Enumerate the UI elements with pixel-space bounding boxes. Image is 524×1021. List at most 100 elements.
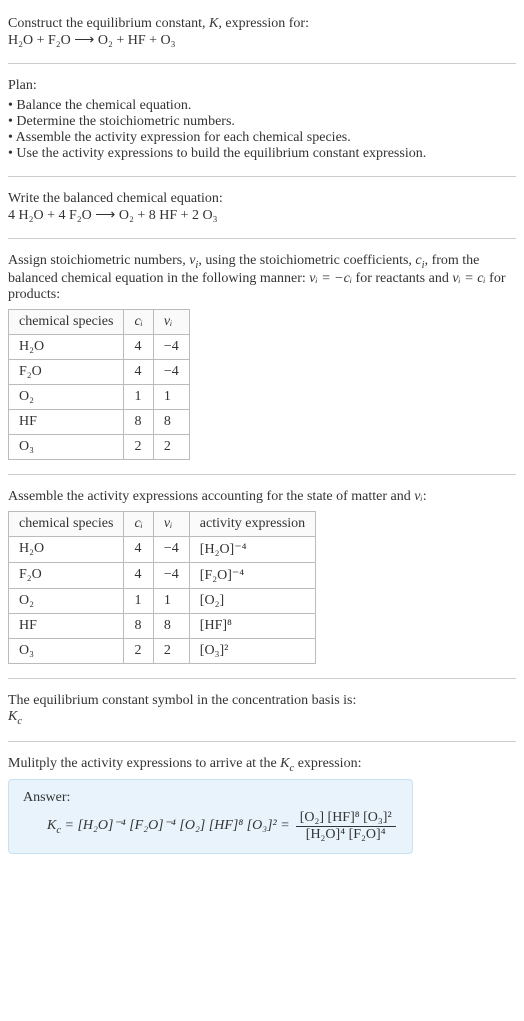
cell-ci: 4 [124,536,153,562]
cell-ci: 2 [124,638,153,663]
balanced-equation: 4 H₂O + 4 F₂O ⟶ O₂ + 8 HF + 2 O₃ [8,207,516,224]
cell-species: O₂ [9,588,124,613]
cell-ci: 8 [124,409,153,434]
cell-ci: 8 [124,613,153,638]
intro-text-a: Construct the equilibrium constant, [8,16,209,31]
activity-intro: Assemble the activity expressions accoun… [8,489,516,505]
unbalanced-equation: H₂O + F₂O ⟶ O₂ + HF + O₃ [8,32,516,49]
cell-ci: 2 [124,434,153,459]
stoich-section: Assign stoichiometric numbers, νi, using… [8,245,516,468]
kc-lhs: Kc = [H₂O]⁻⁴ [F₂O]⁻⁴ [O₂] [HF]⁸ [O₃]² = [47,817,290,836]
divider [8,741,516,742]
text: Mulitply the activity expressions to arr… [8,756,280,771]
table-row: HF88 [9,409,190,434]
stoich-table: chemical species cᵢ νᵢ H₂O4−4 F₂O4−4 O₂1… [8,309,190,460]
cell-vi: −4 [153,359,189,384]
cell-vi: 2 [153,434,189,459]
kc-symbol: Kc [8,709,516,727]
nu-i: νᵢ [414,489,422,504]
text: for reactants and [352,271,452,286]
kc-symbol-section: The equilibrium constant symbol in the c… [8,685,516,735]
cell-species: O₃ [9,638,124,663]
plan-item: Assemble the activity expression for eac… [8,130,516,146]
final-intro: Mulitply the activity expressions to arr… [8,756,516,774]
cell-species: HF [9,613,124,638]
answer-label: Answer: [23,790,398,806]
cell-vi: 2 [153,638,189,663]
cell-vi: −4 [153,562,189,588]
cell-species: H₂O [9,536,124,562]
cell-activity: [HF]⁸ [189,613,315,638]
divider [8,678,516,679]
answer-equation: Kc = [H₂O]⁻⁴ [F₂O]⁻⁴ [O₂] [HF]⁸ [O₃]² = … [23,810,398,843]
text: Assemble the activity expressions accoun… [8,489,414,504]
kc-letter: K [280,756,289,771]
relation-products: νᵢ = cᵢ [452,271,485,286]
cell-ci: 4 [124,359,153,384]
divider [8,176,516,177]
cell-vi: 8 [153,409,189,434]
cell-ci: 1 [124,384,153,409]
answer-box: Answer: Kc = [H₂O]⁻⁴ [F₂O]⁻⁴ [O₂] [HF]⁸ … [8,779,413,854]
cell-vi: −4 [153,536,189,562]
plan-item: Use the activity expressions to build th… [8,146,516,162]
kc-symbol-line: The equilibrium constant symbol in the c… [8,693,516,709]
table-row: F₂O4−4 [9,359,190,384]
divider [8,63,516,64]
plan-section: Plan: Balance the chemical equation. Det… [8,70,516,170]
table-row: H₂O4−4 [9,334,190,359]
fraction: [O₂] [HF]⁸ [O₃]² [H₂O]⁴ [F₂O]⁴ [296,810,396,843]
col-vi: νᵢ [153,511,189,536]
stoich-intro: Assign stoichiometric numbers, νi, using… [8,253,516,303]
cell-vi: 1 [153,384,189,409]
text: , using the stoichiometric coefficients, [198,253,415,268]
divider [8,474,516,475]
plan-item: Determine the stoichiometric numbers. [8,114,516,130]
balanced-section: Write the balanced chemical equation: 4 … [8,183,516,232]
cell-vi: 1 [153,588,189,613]
k-letter: K [8,709,17,724]
relation-reactants: νᵢ = −cᵢ [309,271,352,286]
col-species: chemical species [9,511,124,536]
table-row: O₂11[O₂] [9,588,316,613]
cell-activity: [H₂O]⁻⁴ [189,536,315,562]
cell-activity: [F₂O]⁻⁴ [189,562,315,588]
cell-vi: −4 [153,334,189,359]
plan-item: Balance the chemical equation. [8,98,516,114]
activity-section: Assemble the activity expressions accoun… [8,481,516,672]
cell-species: O₂ [9,384,124,409]
intro-text-b: , expression for: [218,16,309,31]
cell-vi: 8 [153,613,189,638]
plan-title: Plan: [8,78,516,94]
cell-species: F₂O [9,562,124,588]
cell-species: HF [9,409,124,434]
cell-species: H₂O [9,334,124,359]
cell-activity: [O₃]² [189,638,315,663]
cell-activity: [O₂] [189,588,315,613]
k-symbol: K [209,16,218,31]
table-row: O₃22[O₃]² [9,638,316,663]
final-section: Mulitply the activity expressions to arr… [8,748,516,863]
text: Assign stoichiometric numbers, [8,253,189,268]
table-row: H₂O4−4[H₂O]⁻⁴ [9,536,316,562]
intro-section: Construct the equilibrium constant, K, e… [8,8,516,57]
table-row: O₃22 [9,434,190,459]
table-row: O₂11 [9,384,190,409]
text: : [423,489,427,504]
fraction-num: [O₂] [HF]⁸ [O₃]² [296,810,396,827]
cell-ci: 4 [124,334,153,359]
table-header-row: chemical species cᵢ νᵢ activity expressi… [9,511,316,536]
plan-list: Balance the chemical equation. Determine… [8,98,516,162]
table-header-row: chemical species cᵢ νᵢ [9,309,190,334]
col-ci: cᵢ [124,309,153,334]
text: expression: [294,756,361,771]
table-row: F₂O4−4[F₂O]⁻⁴ [9,562,316,588]
balanced-title: Write the balanced chemical equation: [8,191,516,207]
col-vi: νᵢ [153,309,189,334]
cell-species: O₃ [9,434,124,459]
intro-line: Construct the equilibrium constant, K, e… [8,16,516,32]
cell-ci: 4 [124,562,153,588]
col-species: chemical species [9,309,124,334]
cell-ci: 1 [124,588,153,613]
table-row: HF88[HF]⁸ [9,613,316,638]
